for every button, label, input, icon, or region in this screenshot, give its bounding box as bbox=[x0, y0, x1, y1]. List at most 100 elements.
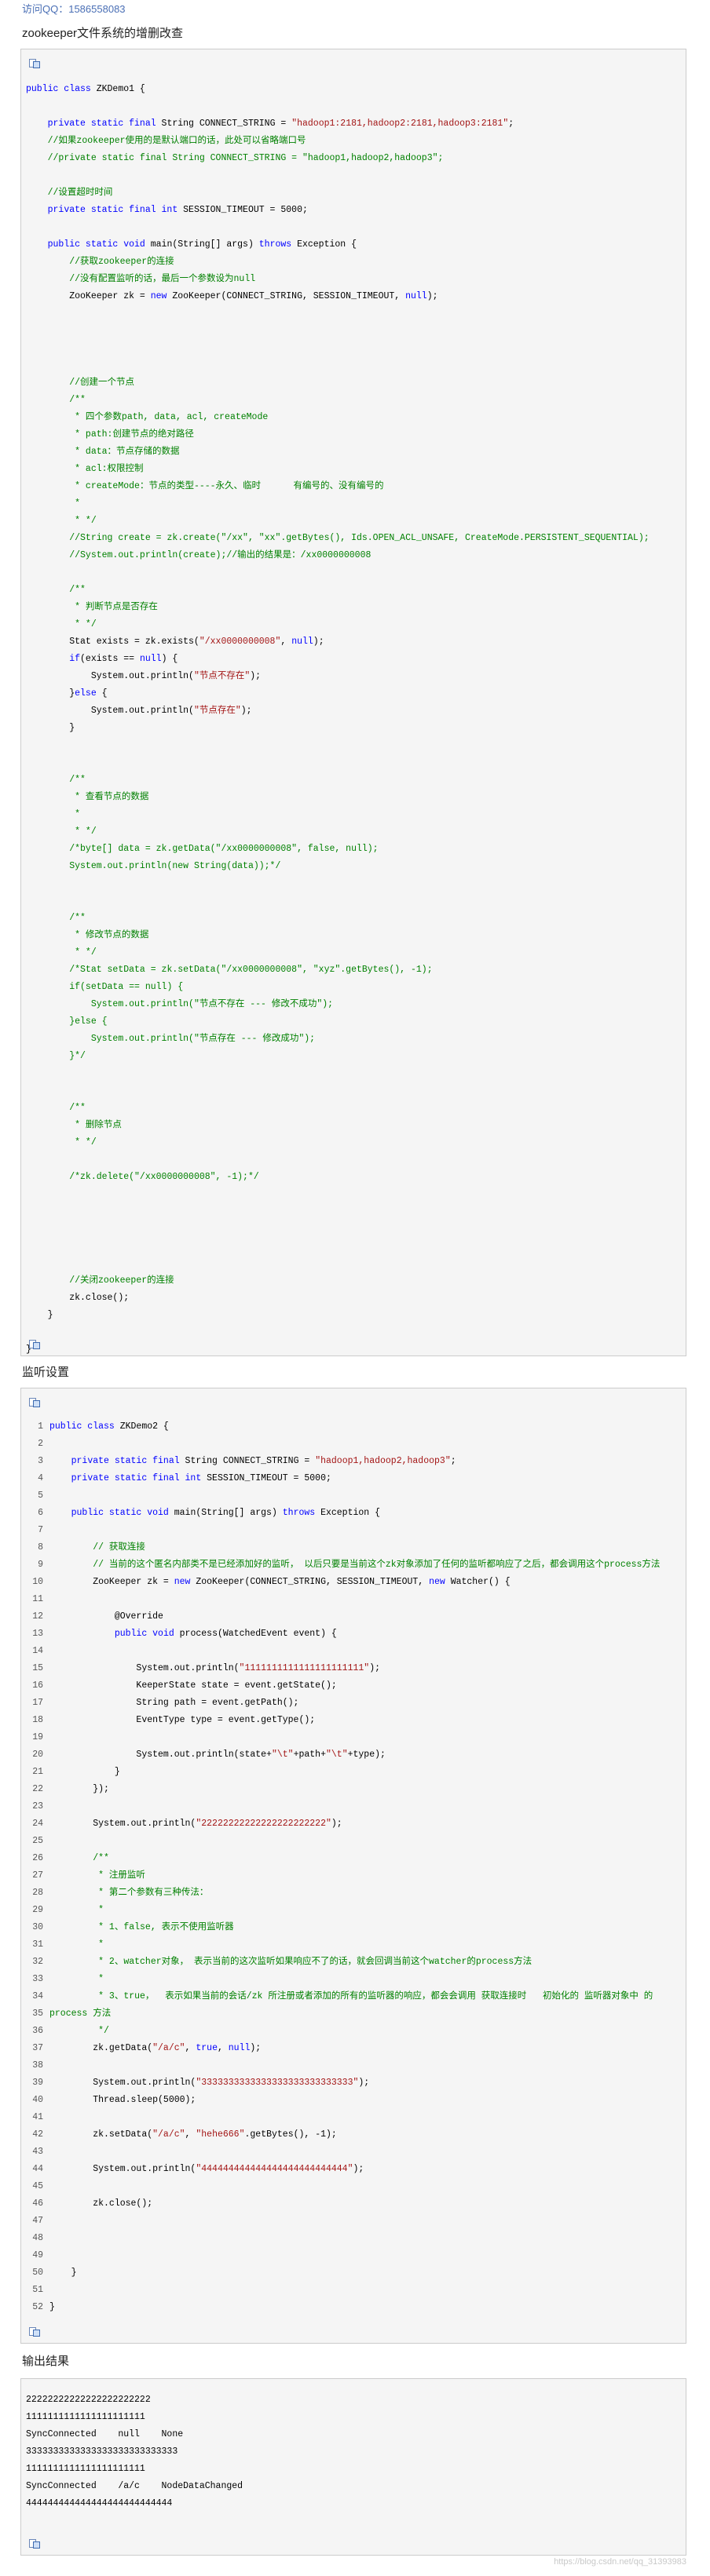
line-number: 6 bbox=[38, 1508, 43, 1518]
line-number: 27 bbox=[32, 1870, 43, 1881]
line-number: 45 bbox=[32, 2181, 43, 2191]
section-title-watcher: 监听设置 bbox=[22, 1366, 70, 1379]
line-number: 13 bbox=[32, 1629, 43, 1639]
code-line: }else { bbox=[26, 688, 108, 699]
copy-code-icon[interactable] bbox=[29, 1340, 42, 1349]
code-line: /*zk.delete("/xx0000000008", -1);*/ bbox=[69, 1172, 259, 1182]
code-line: * 四个参数path, data, acl, createMode bbox=[75, 412, 269, 422]
line-number: 3 bbox=[38, 1456, 43, 1466]
code-line: 7 bbox=[26, 1522, 49, 1539]
code-line: * */ bbox=[75, 619, 97, 629]
code-line: * 查看节点的数据 bbox=[75, 792, 149, 802]
line-number: 46 bbox=[32, 2198, 43, 2209]
code-line: 18 EventType type = event.getType(); bbox=[26, 1712, 315, 1729]
code-line: //创建一个节点 bbox=[69, 378, 135, 388]
code-line: } bbox=[26, 723, 75, 733]
line-number: 39 bbox=[32, 2078, 43, 2088]
code-line: 11 bbox=[26, 1591, 49, 1608]
line-number: 31 bbox=[32, 1939, 43, 1950]
code-line: 35 process 方法 bbox=[26, 2005, 111, 2023]
code-line: 43 bbox=[26, 2144, 49, 2161]
code-line: * */ bbox=[75, 826, 97, 837]
line-number: 43 bbox=[32, 2147, 43, 2157]
code-line: * */ bbox=[75, 1137, 97, 1148]
code-line: 36 */ bbox=[26, 2023, 109, 2040]
code-line: public class ZKDemo1 { bbox=[26, 84, 145, 94]
code-line: 49 bbox=[26, 2247, 49, 2264]
code-line: /** bbox=[69, 775, 86, 785]
output-line: 1111111111111111111111 bbox=[26, 2464, 145, 2474]
code-line: /*byte[] data = zk.getData("/xx000000000… bbox=[69, 844, 379, 854]
code-line: Stat exists = zk.exists("/xx0000000008",… bbox=[26, 637, 324, 647]
line-number: 20 bbox=[32, 1750, 43, 1760]
code-line: * 判断节点是否存在 bbox=[75, 602, 158, 612]
code-line: 9 // 当前的这个匿名内部类不是已经添加好的监听， 以后只要是当前这个zk对象… bbox=[26, 1556, 660, 1574]
line-number: 23 bbox=[32, 1801, 43, 1812]
code-line: 38 bbox=[26, 2057, 49, 2074]
code-line: 1 public class ZKDemo2 { bbox=[26, 1418, 169, 1436]
code-line: 20 System.out.println(state+"\t"+path+"\… bbox=[26, 1746, 386, 1764]
copy-code-icon[interactable] bbox=[29, 2539, 42, 2549]
code-line: 47 bbox=[26, 2213, 49, 2230]
code-line: /** bbox=[69, 913, 86, 923]
code-line: * bbox=[75, 809, 81, 819]
code-line: 17 String path = event.getPath(); bbox=[26, 1695, 298, 1712]
line-number: 22 bbox=[32, 1784, 43, 1794]
line-number: 44 bbox=[32, 2164, 43, 2174]
output-line: SyncConnected null None bbox=[26, 2429, 184, 2439]
copy-code-icon[interactable] bbox=[29, 1398, 42, 1407]
output-line: SyncConnected /a/c NodeDataChanged bbox=[26, 2481, 243, 2491]
code-line: 33 * bbox=[26, 1971, 104, 1988]
section-title-output: 输出结果 bbox=[22, 2355, 70, 2368]
code-line: 45 bbox=[26, 2178, 49, 2195]
code-line: 23 bbox=[26, 1798, 49, 1815]
output-line: 444444444444444444444444444 bbox=[26, 2498, 173, 2508]
code-line: 31 * bbox=[26, 1936, 104, 1954]
line-number: 19 bbox=[32, 1732, 43, 1742]
code-line: if(setData == null) { bbox=[69, 982, 184, 992]
code-line: 14 bbox=[26, 1643, 49, 1660]
line-number: 17 bbox=[32, 1698, 43, 1708]
line-number: 47 bbox=[32, 2216, 43, 2226]
code-line: 12 @Override bbox=[26, 1608, 163, 1626]
line-number: 51 bbox=[32, 2285, 43, 2295]
line-number: 18 bbox=[32, 1715, 43, 1725]
code-line: if(exists == null) { bbox=[69, 654, 178, 664]
code-line: 52} bbox=[26, 2299, 55, 2316]
code-line: 19 bbox=[26, 1729, 49, 1746]
code-line: 40 Thread.sleep(5000); bbox=[26, 2092, 196, 2109]
line-number: 30 bbox=[32, 1922, 43, 1932]
code-line: * data：节点存储的数据 bbox=[75, 447, 180, 457]
line-number: 36 bbox=[32, 2026, 43, 2036]
line-number: 14 bbox=[32, 1646, 43, 1656]
code-line: }else { bbox=[69, 1016, 108, 1027]
code-line: } bbox=[26, 1310, 53, 1320]
line-number: 11 bbox=[32, 1594, 43, 1604]
line-number: 10 bbox=[32, 1577, 43, 1587]
code-line: * 修改节点的数据 bbox=[75, 930, 149, 940]
code-line: System.out.println("节点存在 --- 修改成功"); bbox=[90, 1034, 316, 1044]
code-line: System.out.println(new String(data));*/ bbox=[69, 861, 281, 871]
line-number: 21 bbox=[32, 1767, 43, 1777]
code-line: * acl:权限控制 bbox=[75, 464, 144, 474]
code-line: public static void main(String[] args) t… bbox=[47, 239, 357, 250]
line-number: 4 bbox=[38, 1473, 43, 1483]
copy-code-icon[interactable] bbox=[29, 2327, 42, 2337]
line-number: 9 bbox=[38, 1560, 43, 1570]
line-number: 41 bbox=[32, 2112, 43, 2122]
code-line: 3 private static final String CONNECT_ST… bbox=[26, 1453, 456, 1470]
code-line: System.out.println("节点存在"); bbox=[26, 706, 252, 716]
code-line: //private static final String CONNECT_ST… bbox=[47, 153, 444, 163]
code-line: //如果zookeeper使用的是默认端口的话，此处可以省略端口号 bbox=[47, 136, 306, 146]
output-line: 3333333333333333333333333333 bbox=[26, 2446, 178, 2457]
code-line: 26 /** bbox=[26, 1850, 109, 1867]
code-line: }*/ bbox=[69, 1051, 86, 1061]
line-number: 25 bbox=[32, 1836, 43, 1846]
code-line: * path:创建节点的绝对路径 bbox=[75, 429, 194, 440]
code-line: /** bbox=[69, 585, 86, 595]
code-line: 15 System.out.println("11111111111111111… bbox=[26, 1660, 380, 1677]
copy-code-icon[interactable] bbox=[29, 59, 42, 68]
code-line: 22 }); bbox=[26, 1781, 109, 1798]
code-line: 25 bbox=[26, 1833, 49, 1850]
output-block: 22222222222222222222222 11111111111111111… bbox=[20, 2378, 686, 2556]
